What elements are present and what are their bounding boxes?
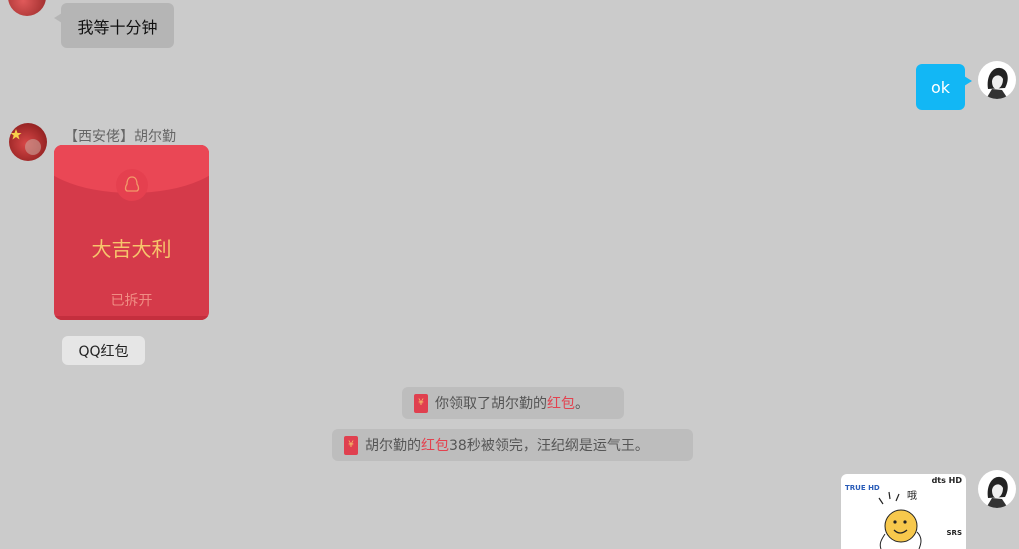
red-packet-link[interactable]: 红包 xyxy=(547,393,575,413)
red-packet-type-text: QQ红包 xyxy=(78,343,129,360)
system-message-finished: ¥ 胡尔勤的 红包 38秒被领完，汪纪纲是运气王。 xyxy=(332,429,693,461)
sender-avatar-top[interactable] xyxy=(8,0,46,16)
sender-avatar[interactable] xyxy=(9,123,47,161)
sketch-portrait-icon xyxy=(986,476,1008,508)
self-avatar[interactable] xyxy=(978,470,1016,508)
system-text-prefix: 胡尔勤的 xyxy=(365,438,421,454)
red-packet-type-label: QQ红包 xyxy=(62,336,145,365)
system-text-prefix: 你领取了胡尔勤的 xyxy=(435,396,547,412)
red-packet-link[interactable]: 红包 xyxy=(421,435,449,455)
red-packet-seal xyxy=(116,169,148,201)
sticker-badge-bottom: SRS xyxy=(946,529,962,537)
red-packet-bottom-edge xyxy=(54,316,209,320)
system-message-claimed: ¥ 你领取了胡尔勤的 红包 。 xyxy=(402,387,624,419)
message-text: 我等十分钟 xyxy=(77,17,158,37)
red-packet-icon: ¥ xyxy=(344,435,358,455)
message-text: ok xyxy=(930,77,951,97)
self-avatar[interactable] xyxy=(978,61,1016,99)
penguin-icon xyxy=(124,176,140,192)
red-packet-title: 大吉大利 xyxy=(91,237,172,261)
red-packet-status: 已拆开 xyxy=(110,293,153,309)
flag-icon xyxy=(10,129,41,155)
message-bubble-ok[interactable]: ok xyxy=(916,64,972,110)
message-bubble-wait[interactable]: 我等十分钟 xyxy=(54,3,174,48)
sketch-portrait-icon xyxy=(986,67,1008,99)
smiley-icon xyxy=(878,491,922,549)
red-packet-icon: ¥ xyxy=(414,393,428,413)
system-text-suffix: 38秒被领完，汪纪纲是运气王。 xyxy=(449,438,649,454)
system-text-suffix: 。 xyxy=(575,396,589,412)
red-packet-card[interactable]: 大吉大利 已拆开 xyxy=(54,145,209,320)
sticker-image[interactable]: TRUE HD dts HD 哦 SRS xyxy=(841,474,966,549)
sender-name: 【西安佬】胡尔勤 xyxy=(64,129,176,145)
